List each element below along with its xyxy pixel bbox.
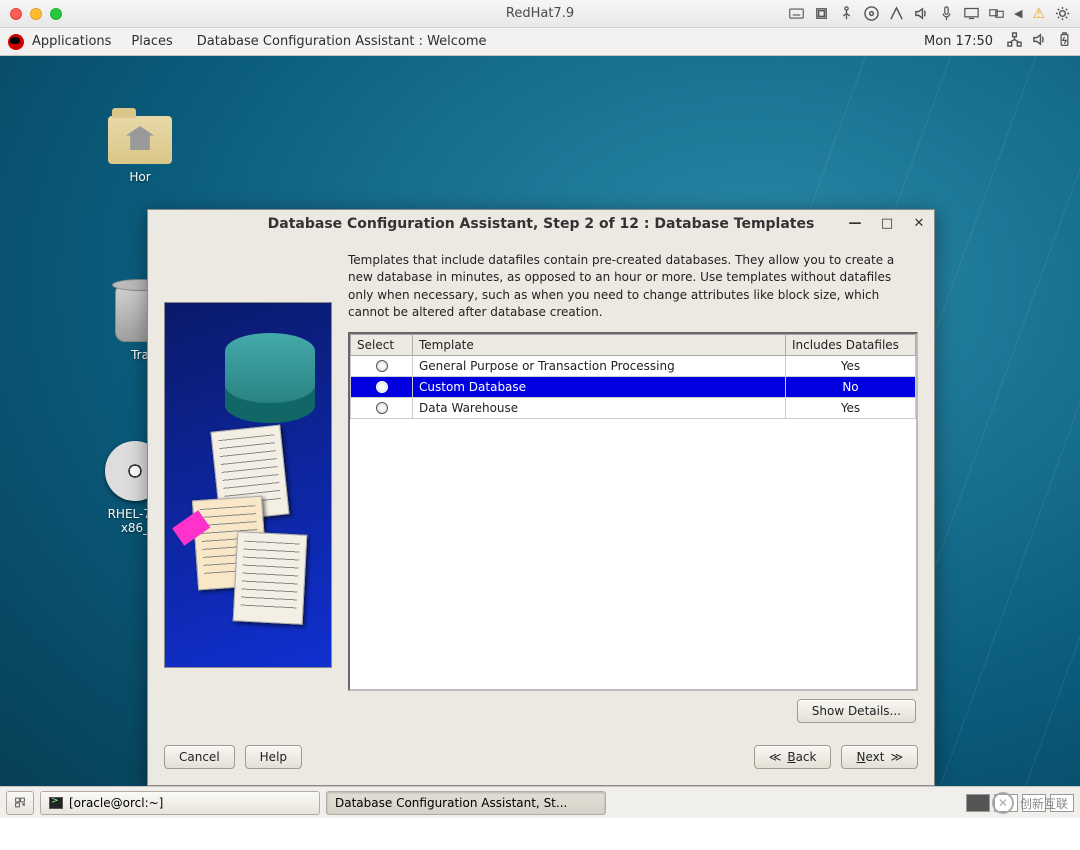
- folder-home-icon: [108, 116, 172, 164]
- dbca-titlebar[interactable]: Database Configuration Assistant, Step 2…: [148, 210, 934, 238]
- radio-unselected-icon[interactable]: [376, 402, 388, 414]
- wizard-side-image: [164, 302, 332, 668]
- clock[interactable]: Mon 17:50: [924, 34, 993, 49]
- taskbar-terminal[interactable]: [oracle@orcl:~]: [40, 791, 320, 815]
- back-button[interactable]: ≪ Back: [754, 745, 832, 769]
- taskbar-dbca-label: Database Configuration Assistant, St...: [335, 796, 567, 810]
- workspace-1[interactable]: [966, 794, 990, 812]
- cancel-button[interactable]: Cancel: [164, 745, 235, 769]
- next-button[interactable]: Next ≫: [841, 745, 918, 769]
- dbca-window: Database Configuration Assistant, Step 2…: [147, 209, 935, 786]
- system-tray: [1007, 32, 1072, 51]
- watermark: ✕ 创新互联: [992, 792, 1068, 814]
- maximize-button[interactable]: □: [878, 214, 896, 232]
- col-includes: Includes Datafiles: [786, 334, 916, 355]
- templates-table: Select Template Includes Datafiles Gener…: [348, 332, 918, 691]
- col-select: Select: [351, 334, 413, 355]
- table-row[interactable]: Custom Database No: [351, 376, 916, 397]
- vm-title: RedHat7.9: [0, 6, 1080, 21]
- includes-value: No: [786, 376, 916, 397]
- col-template: Template: [413, 334, 786, 355]
- volume-tray-icon[interactable]: [1032, 32, 1047, 51]
- template-name: General Purpose or Transaction Processin…: [413, 355, 786, 376]
- gnome-top-bar: Applications Places Database Configurati…: [0, 28, 1080, 56]
- dbca-title-text: Database Configuration Assistant, Step 2…: [268, 216, 815, 232]
- home-label: Hor: [100, 170, 180, 184]
- network-tray-icon[interactable]: [1007, 32, 1022, 51]
- chevron-right-icon: ≫: [890, 750, 903, 764]
- minimize-button[interactable]: —: [846, 214, 864, 232]
- watermark-logo-icon: ✕: [992, 792, 1014, 814]
- show-desktop-button[interactable]: [6, 791, 34, 815]
- radio-unselected-icon[interactable]: [376, 360, 388, 372]
- chevron-left-icon: ≪: [769, 750, 782, 764]
- taskbar-dbca[interactable]: Database Configuration Assistant, St...: [326, 791, 606, 815]
- template-name: Custom Database: [413, 376, 786, 397]
- places-menu[interactable]: Places: [131, 34, 172, 49]
- redhat-logo-icon: [8, 34, 24, 50]
- terminal-icon: [49, 797, 63, 809]
- active-window-title[interactable]: Database Configuration Assistant : Welco…: [197, 34, 487, 49]
- watermark-text: 创新互联: [1020, 795, 1068, 812]
- includes-value: Yes: [786, 397, 916, 418]
- includes-value: Yes: [786, 355, 916, 376]
- step-description: Templates that include datafiles contain…: [348, 252, 918, 322]
- template-name: Data Warehouse: [413, 397, 786, 418]
- power-tray-icon[interactable]: [1057, 32, 1072, 51]
- bottom-panel: [oracle@orcl:~] Database Configuration A…: [0, 786, 1080, 818]
- table-row[interactable]: General Purpose or Transaction Processin…: [351, 355, 916, 376]
- radio-selected-icon[interactable]: [376, 381, 388, 393]
- applications-menu[interactable]: Applications: [32, 34, 111, 49]
- mac-titlebar: RedHat7.9 ◀ ⚠: [0, 0, 1080, 28]
- desktop[interactable]: Hor Tra RHEL-7.9 x86_ Database Configura…: [0, 56, 1080, 818]
- help-button[interactable]: Help: [245, 745, 302, 769]
- taskbar-terminal-label: [oracle@orcl:~]: [69, 796, 163, 810]
- show-details-button[interactable]: Show Details...: [797, 699, 916, 723]
- home-desktop-icon[interactable]: Hor: [100, 116, 180, 184]
- table-row[interactable]: Data Warehouse Yes: [351, 397, 916, 418]
- close-button[interactable]: ✕: [910, 214, 928, 232]
